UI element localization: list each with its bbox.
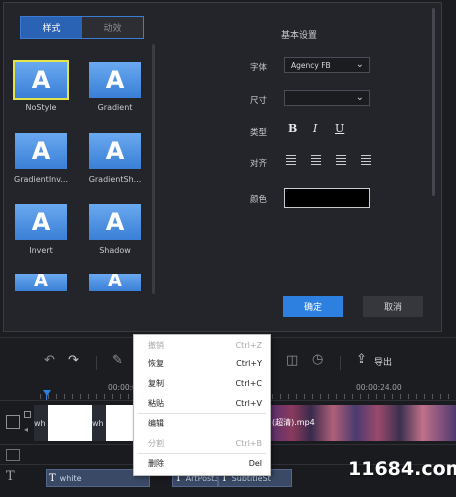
color-label: 颜色 bbox=[250, 195, 268, 205]
style-thumbnail[interactable]: A bbox=[89, 274, 141, 291]
video-clip-label-2[interactable]: wh bbox=[92, 405, 106, 441]
edit-pencil-icon[interactable]: ✎ bbox=[112, 353, 123, 368]
cancel-button[interactable]: 取消 bbox=[363, 296, 423, 317]
confirm-button[interactable]: 确定 bbox=[283, 296, 343, 317]
context-menu: 撤销 Ctrl+Z 恢复 Ctrl+Y 复制 Ctrl+C 粘贴 Ctrl+V 编辑 分… bbox=[133, 334, 271, 476]
menu-item-undo[interactable]: 撤销 Ctrl+Z bbox=[134, 335, 270, 355]
duration-clock-icon[interactable]: ◷ bbox=[312, 352, 323, 367]
font-label: 字体 bbox=[250, 63, 268, 73]
menu-item-delete[interactable]: 删除 Del bbox=[134, 453, 270, 473]
track-lock-icon[interactable] bbox=[24, 411, 31, 418]
toolbar-separator bbox=[340, 356, 341, 370]
menu-item-edit[interactable]: 编辑 bbox=[134, 413, 270, 433]
style-thumbnail[interactable]: A bbox=[15, 274, 67, 291]
video-track-icon bbox=[6, 415, 20, 429]
playhead-handle[interactable] bbox=[43, 390, 51, 396]
style-thumbnail[interactable]: A bbox=[89, 62, 141, 98]
align-justify-icon[interactable] bbox=[361, 155, 371, 165]
style-grid: A NoStyle A Gradient A GradientInv... A … bbox=[10, 58, 150, 296]
bold-button[interactable]: B bbox=[288, 122, 297, 135]
menu-item-copy[interactable]: 复制 Ctrl+C bbox=[134, 373, 270, 393]
style-item-gradient-inverse[interactable]: A bbox=[15, 133, 67, 169]
text-clip-label: white bbox=[59, 473, 82, 483]
menu-item-split[interactable]: 分割 Ctrl+B bbox=[134, 433, 270, 453]
toolbar-separator bbox=[96, 356, 97, 370]
video-clip-label-1[interactable]: wh bbox=[34, 405, 48, 441]
italic-button[interactable]: I bbox=[313, 122, 317, 135]
settings-scrollbar[interactable] bbox=[432, 8, 435, 196]
video-clip[interactable] bbox=[106, 405, 136, 441]
audio-track-icon bbox=[6, 449, 20, 461]
style-grid-scrollbar[interactable] bbox=[152, 44, 155, 294]
style-item-gradient-shadow[interactable]: A bbox=[89, 133, 141, 169]
video-clip-thumbnails[interactable]: (超清).mp4 bbox=[270, 405, 456, 441]
text-clip-icon: T bbox=[49, 472, 56, 484]
align-right-icon[interactable] bbox=[336, 155, 346, 165]
style-label: Shadow bbox=[99, 246, 131, 255]
style-thumbnail[interactable]: A bbox=[89, 204, 141, 240]
style-item-partial-2[interactable]: A bbox=[89, 274, 141, 291]
size-select[interactable]: ⌄ bbox=[284, 90, 370, 106]
undo-icon[interactable]: ↶ bbox=[44, 353, 55, 368]
style-item-invert[interactable]: A bbox=[15, 204, 67, 240]
style-label: GradientSh... bbox=[88, 175, 142, 184]
font-select[interactable]: Agency FB ⌄ bbox=[284, 57, 370, 73]
style-thumbnail[interactable]: A bbox=[15, 204, 67, 240]
underline-button[interactable]: U bbox=[335, 122, 344, 135]
align-center-icon[interactable] bbox=[311, 155, 321, 165]
size-label: 尺寸 bbox=[250, 96, 268, 106]
align-left-icon[interactable] bbox=[286, 155, 296, 165]
export-label[interactable]: 导出 bbox=[374, 355, 392, 368]
style-item-partial-1[interactable]: A bbox=[15, 274, 67, 291]
export-icon[interactable]: ⇪ bbox=[356, 352, 367, 367]
video-clip[interactable] bbox=[48, 405, 92, 441]
style-tab-switch: 样式 动效 bbox=[20, 16, 144, 39]
settings-title: 基本设置 bbox=[281, 31, 318, 41]
video-clip-title: (超清).mp4 bbox=[272, 418, 315, 427]
tab-animation[interactable]: 动效 bbox=[82, 17, 143, 38]
style-label: Invert bbox=[29, 246, 53, 255]
style-item-nostyle[interactable]: A bbox=[13, 60, 69, 100]
chevron-down-icon: ⌄ bbox=[355, 59, 364, 70]
ruler-time-right: 00:00:24.00 bbox=[356, 383, 402, 392]
tab-style[interactable]: 样式 bbox=[21, 17, 82, 38]
font-select-value: Agency FB bbox=[291, 60, 331, 70]
track-mute-icon[interactable]: ◂ bbox=[24, 425, 28, 434]
style-item-gradient[interactable]: A bbox=[89, 62, 141, 98]
style-label: Gradient bbox=[97, 103, 133, 112]
style-label: GradientInv... bbox=[14, 175, 68, 184]
chevron-down-icon: ⌄ bbox=[355, 92, 364, 103]
text-track-icon: T bbox=[6, 469, 15, 484]
align-label: 对齐 bbox=[250, 159, 268, 169]
color-swatch[interactable] bbox=[284, 188, 370, 208]
style-label: NoStyle bbox=[25, 103, 57, 112]
redo-icon[interactable]: ↷ bbox=[68, 353, 79, 368]
menu-item-redo[interactable]: 恢复 Ctrl+Y bbox=[134, 353, 270, 373]
crop-icon[interactable]: ◫ bbox=[286, 353, 298, 368]
style-thumbnail[interactable]: A bbox=[89, 133, 141, 169]
style-thumbnail[interactable]: A bbox=[13, 60, 69, 100]
style-item-shadow[interactable]: A bbox=[89, 204, 141, 240]
menu-item-paste[interactable]: 粘贴 Ctrl+V bbox=[134, 393, 270, 413]
watermark-text: 11684.com bbox=[348, 458, 456, 480]
style-thumbnail[interactable]: A bbox=[15, 133, 67, 169]
type-label: 类型 bbox=[250, 128, 268, 138]
